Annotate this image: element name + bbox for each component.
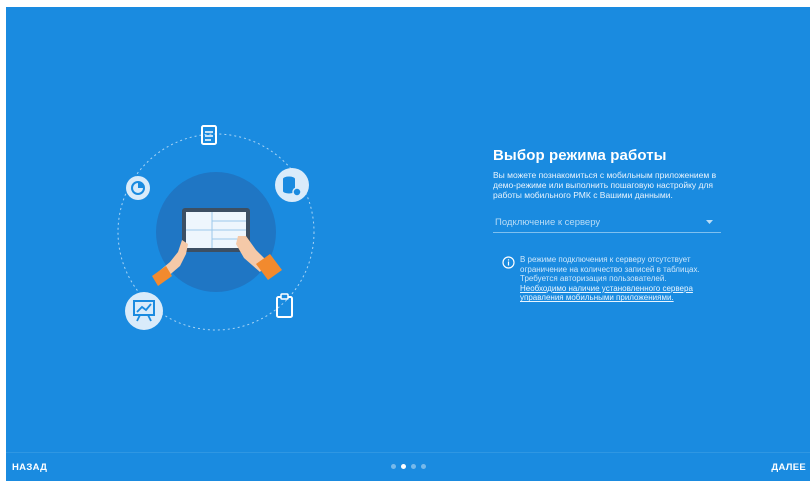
pagination-dots — [391, 464, 426, 469]
chevron-down-icon — [706, 220, 713, 224]
pagination-dot-2[interactable] — [401, 464, 406, 469]
back-button[interactable]: НАЗАД — [12, 462, 47, 473]
illustration — [96, 112, 336, 352]
description-text: Вы можете познакомиться с мобильным прил… — [493, 170, 717, 200]
mode-select-value: Подключение к серверу — [495, 217, 601, 228]
info-note: В режиме подключения к серверу отсутству… — [493, 255, 732, 303]
page-title: Выбор режима работы — [493, 147, 667, 164]
illustration-graphic — [117, 125, 315, 331]
pagination-dot-4[interactable] — [421, 464, 426, 469]
mode-select[interactable]: Подключение к серверу — [493, 214, 721, 233]
clipboard-icon — [276, 293, 293, 318]
info-note-text: В режиме подключения к серверу отсутству… — [520, 255, 700, 284]
info-icon — [502, 256, 515, 269]
server-requirement-link[interactable]: Необходимо наличие установленного сервер… — [520, 284, 732, 303]
footer-bar: НАЗАД ДАЛЕЕ — [6, 452, 810, 481]
pagination-dot-1[interactable] — [391, 464, 396, 469]
next-button[interactable]: ДАЛЕЕ — [771, 462, 806, 473]
mode-selection-panel: Выбор режима работы Вы можете познакомит… — [493, 147, 733, 303]
document-icon — [201, 125, 217, 145]
onboarding-screen: Выбор режима работы Вы можете познакомит… — [6, 7, 810, 481]
analytics-icon — [126, 176, 150, 200]
presentation-chart-icon — [125, 292, 163, 330]
pagination-dot-3[interactable] — [411, 464, 416, 469]
database-settings-icon — [275, 168, 309, 202]
